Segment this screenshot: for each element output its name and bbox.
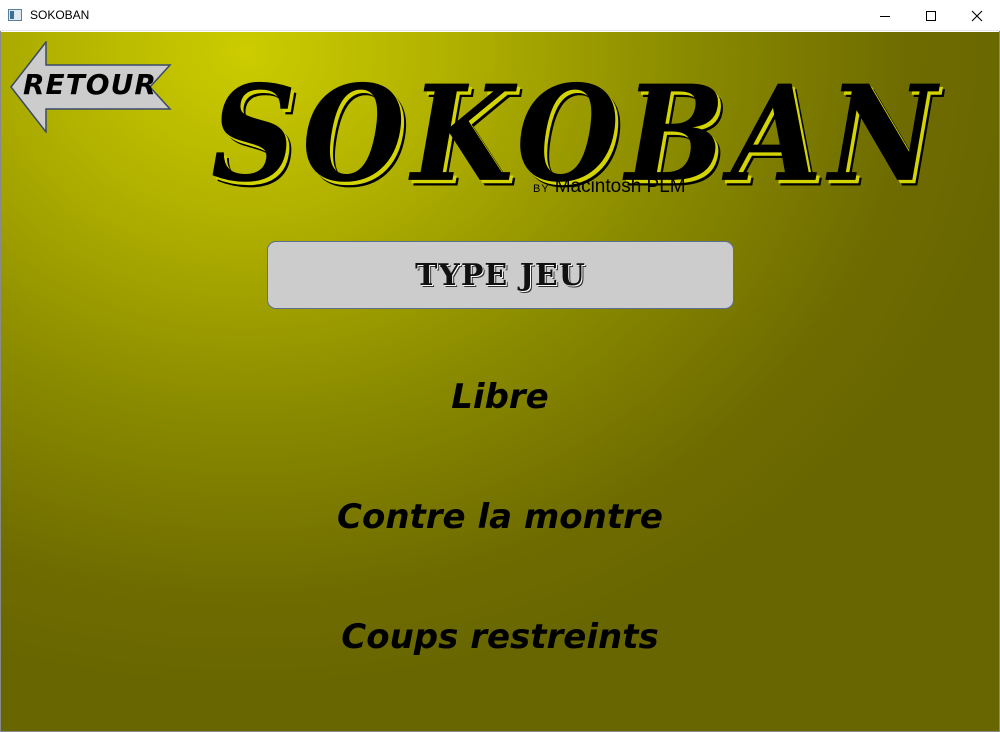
option-libre[interactable]: Libre <box>1 377 999 417</box>
game-menu-screen: RETOUR SOKOBAN BY Macintosh PLM TYPE JEU … <box>1 32 999 731</box>
app-icon <box>8 9 22 21</box>
close-button[interactable] <box>954 0 1000 31</box>
minimize-icon <box>880 15 890 17</box>
title-bar: SOKOBAN <box>0 0 1000 31</box>
byline-author: Macintosh PLM <box>554 176 686 197</box>
game-type-header: TYPE JEU <box>267 241 734 309</box>
maximize-icon <box>926 10 936 21</box>
close-icon <box>971 10 983 21</box>
option-contre-la-montre[interactable]: Contre la montre <box>1 497 999 537</box>
maximize-button[interactable] <box>908 0 954 31</box>
game-type-title: TYPE JEU <box>415 257 586 293</box>
logo-text: SOKOBAN <box>211 55 943 212</box>
byline-by: BY <box>533 183 550 195</box>
back-button[interactable]: RETOUR <box>10 41 172 133</box>
minimize-button[interactable] <box>862 0 908 31</box>
window-title: SOKOBAN <box>30 8 90 22</box>
back-label: RETOUR <box>23 68 157 101</box>
option-coups-restreints[interactable]: Coups restreints <box>1 617 999 657</box>
game-logo: SOKOBAN <box>211 54 936 214</box>
byline: BY Macintosh PLM <box>533 176 686 198</box>
